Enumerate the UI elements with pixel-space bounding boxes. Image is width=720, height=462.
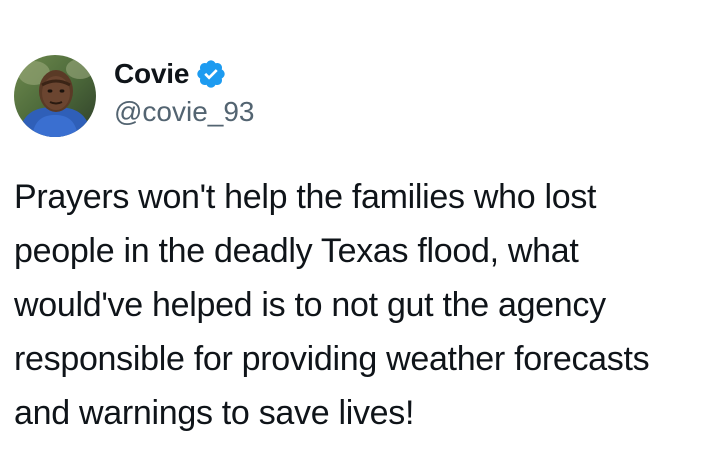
tweet-card: Covie @covie_93 Prayers won't help the f… — [0, 0, 720, 462]
display-name-row: Covie — [114, 56, 255, 92]
profile-photo-icon — [14, 55, 96, 137]
user-avatar[interactable] — [14, 55, 96, 137]
verified-badge-icon — [195, 58, 227, 90]
user-handle[interactable]: @covie_93 — [114, 96, 255, 128]
display-name[interactable]: Covie — [114, 58, 189, 90]
tweet-text: Prayers won't help the families who lost… — [14, 178, 650, 432]
user-header: Covie @covie_93 — [114, 56, 255, 128]
